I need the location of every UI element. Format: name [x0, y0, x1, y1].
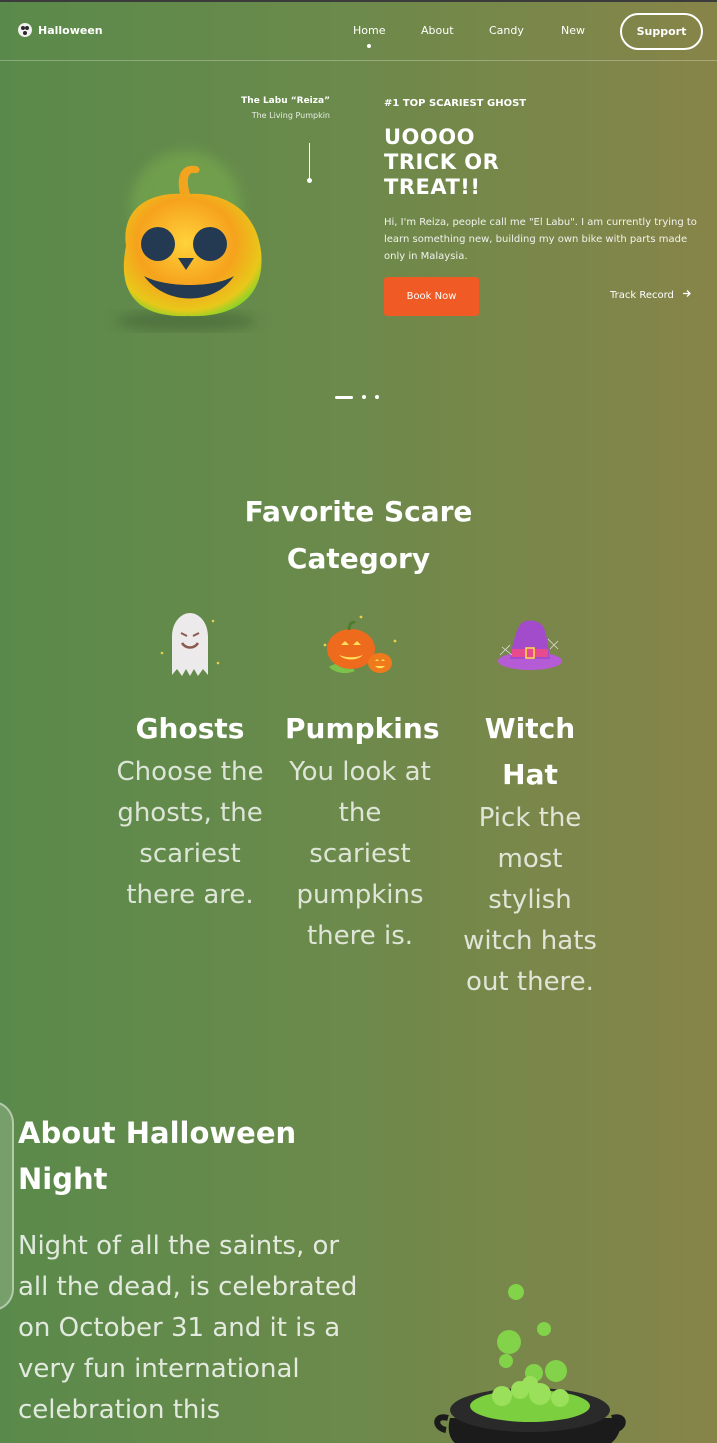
character-subtitle: The Living Pumpkin — [251, 111, 330, 120]
category-title-line: Favorite Scare — [244, 495, 473, 528]
side-scroll-handle[interactable] — [0, 1101, 14, 1311]
category-description: You look at the scariest pumpkins there … — [289, 757, 431, 951]
character-name: The Labu “Reiza” — [241, 96, 330, 106]
pointer-line — [309, 143, 310, 180]
category-card-ghosts[interactable]: Ghosts Choose the ghosts, the scariest t… — [115, 600, 265, 916]
nav-link-candy[interactable]: Candy — [489, 24, 524, 37]
category-card-pumpkins[interactable]: Pumpkins You look at the scariest pumpki… — [285, 600, 440, 957]
slide-dot[interactable] — [362, 395, 366, 399]
category-card-witch-hat[interactable]: Witch Hat Pick the most stylish witch ha… — [455, 600, 605, 1003]
hero-title: UOOOO TRICK OR TREAT!! — [384, 125, 500, 199]
category-title-line: Category — [286, 542, 431, 575]
slide-dot-active[interactable] — [335, 395, 353, 399]
nav-link-home[interactable]: Home — [353, 24, 385, 37]
support-button[interactable]: Support — [620, 13, 703, 50]
cauldron-icon — [430, 1278, 630, 1443]
slide-dot[interactable] — [375, 395, 379, 399]
pointer-dot — [307, 178, 312, 183]
category-name: Ghosts — [135, 712, 245, 745]
pumpkin-character-icon — [96, 136, 276, 336]
track-record-label: Track Record — [610, 289, 674, 301]
ghost-icon — [115, 600, 265, 690]
arrow-right-icon — [682, 289, 691, 301]
category-name: Pumpkins — [285, 712, 440, 745]
about-title: About Halloween Night — [18, 1116, 297, 1196]
slider-pagination — [335, 395, 379, 399]
skull-logo-icon — [18, 23, 32, 37]
hero-kicker: #1 TOP SCARIEST GHOST — [384, 98, 527, 109]
book-now-button[interactable]: Book Now — [384, 277, 479, 316]
pumpkins-icon — [285, 600, 435, 690]
track-record-link[interactable]: Track Record — [610, 289, 691, 301]
category-section-title: Favorite Scare Category — [0, 488, 717, 582]
top-nav: Halloween Home About Candy New Support — [0, 2, 717, 61]
brand-name: Halloween — [38, 23, 103, 37]
witch-hat-icon — [455, 600, 605, 690]
nav-active-indicator — [367, 44, 371, 48]
category-description: Pick the most stylish witch hats out the… — [463, 803, 597, 997]
hero-description: Hi, I'm Reiza, people call me "El Labu".… — [384, 217, 697, 262]
nav-link-new[interactable]: New — [561, 24, 585, 37]
about-body: Night of all the saints, or all the dead… — [18, 1231, 358, 1425]
category-description: Choose the ghosts, the scariest there ar… — [116, 757, 264, 910]
brand[interactable]: Halloween — [18, 23, 103, 37]
category-name: Witch Hat — [484, 712, 576, 791]
nav-link-about[interactable]: About — [421, 24, 454, 37]
